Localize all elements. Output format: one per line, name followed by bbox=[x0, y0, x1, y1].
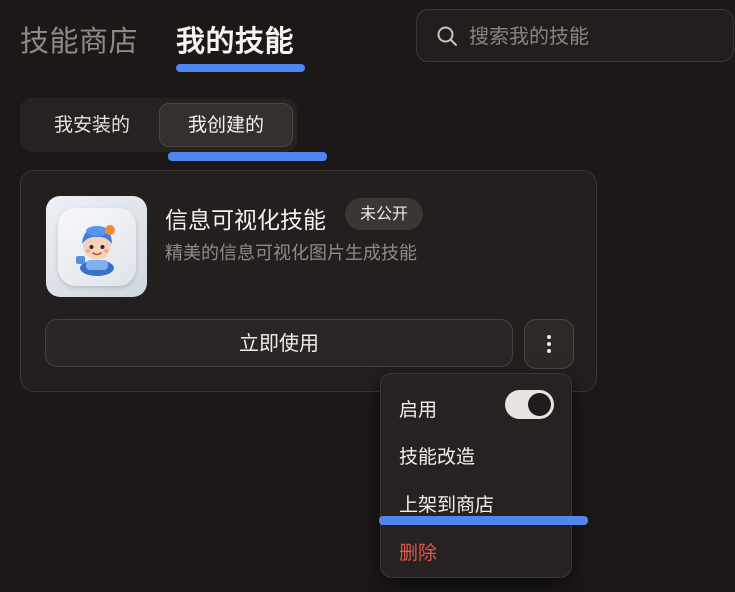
skill-description: 精美的信息可视化图片生成技能 bbox=[165, 243, 417, 264]
menu-item-delete[interactable]: 删除 bbox=[399, 538, 437, 565]
tab-skill-store[interactable]: 技能商店 bbox=[20, 18, 138, 60]
menu-item-modify[interactable]: 技能改造 bbox=[399, 442, 475, 469]
search-box[interactable] bbox=[416, 9, 734, 62]
status-badge: 未公开 bbox=[345, 198, 424, 230]
more-vertical-icon bbox=[547, 335, 551, 353]
more-options-button[interactable] bbox=[524, 319, 574, 369]
tab-my-skills[interactable]: 我的技能 bbox=[176, 18, 294, 60]
skill-card: 信息可视化技能 未公开 精美的信息可视化图片生成技能 立即使用 bbox=[20, 170, 597, 392]
active-tab-underline bbox=[176, 64, 305, 72]
skill-name: 信息可视化技能 bbox=[165, 208, 326, 234]
segment-control: 我安装的 我创建的 bbox=[20, 98, 297, 152]
segment-installed[interactable]: 我安装的 bbox=[32, 103, 152, 147]
search-input[interactable] bbox=[469, 23, 709, 48]
avatar-character-icon bbox=[75, 224, 115, 276]
menu-item-enable: 启用 bbox=[399, 399, 438, 421]
publish-underline bbox=[379, 516, 588, 525]
toggle-knob bbox=[528, 393, 551, 416]
enable-toggle[interactable] bbox=[505, 390, 554, 419]
options-menu: 启用 技能改造 上架到商店 删除 bbox=[380, 373, 572, 578]
use-now-button[interactable]: 立即使用 bbox=[45, 319, 513, 367]
search-icon bbox=[437, 26, 457, 46]
menu-item-publish[interactable]: 上架到商店 bbox=[399, 490, 494, 517]
segment-created[interactable]: 我创建的 bbox=[159, 103, 293, 147]
segment-underline bbox=[168, 152, 327, 161]
skill-avatar bbox=[46, 196, 147, 297]
